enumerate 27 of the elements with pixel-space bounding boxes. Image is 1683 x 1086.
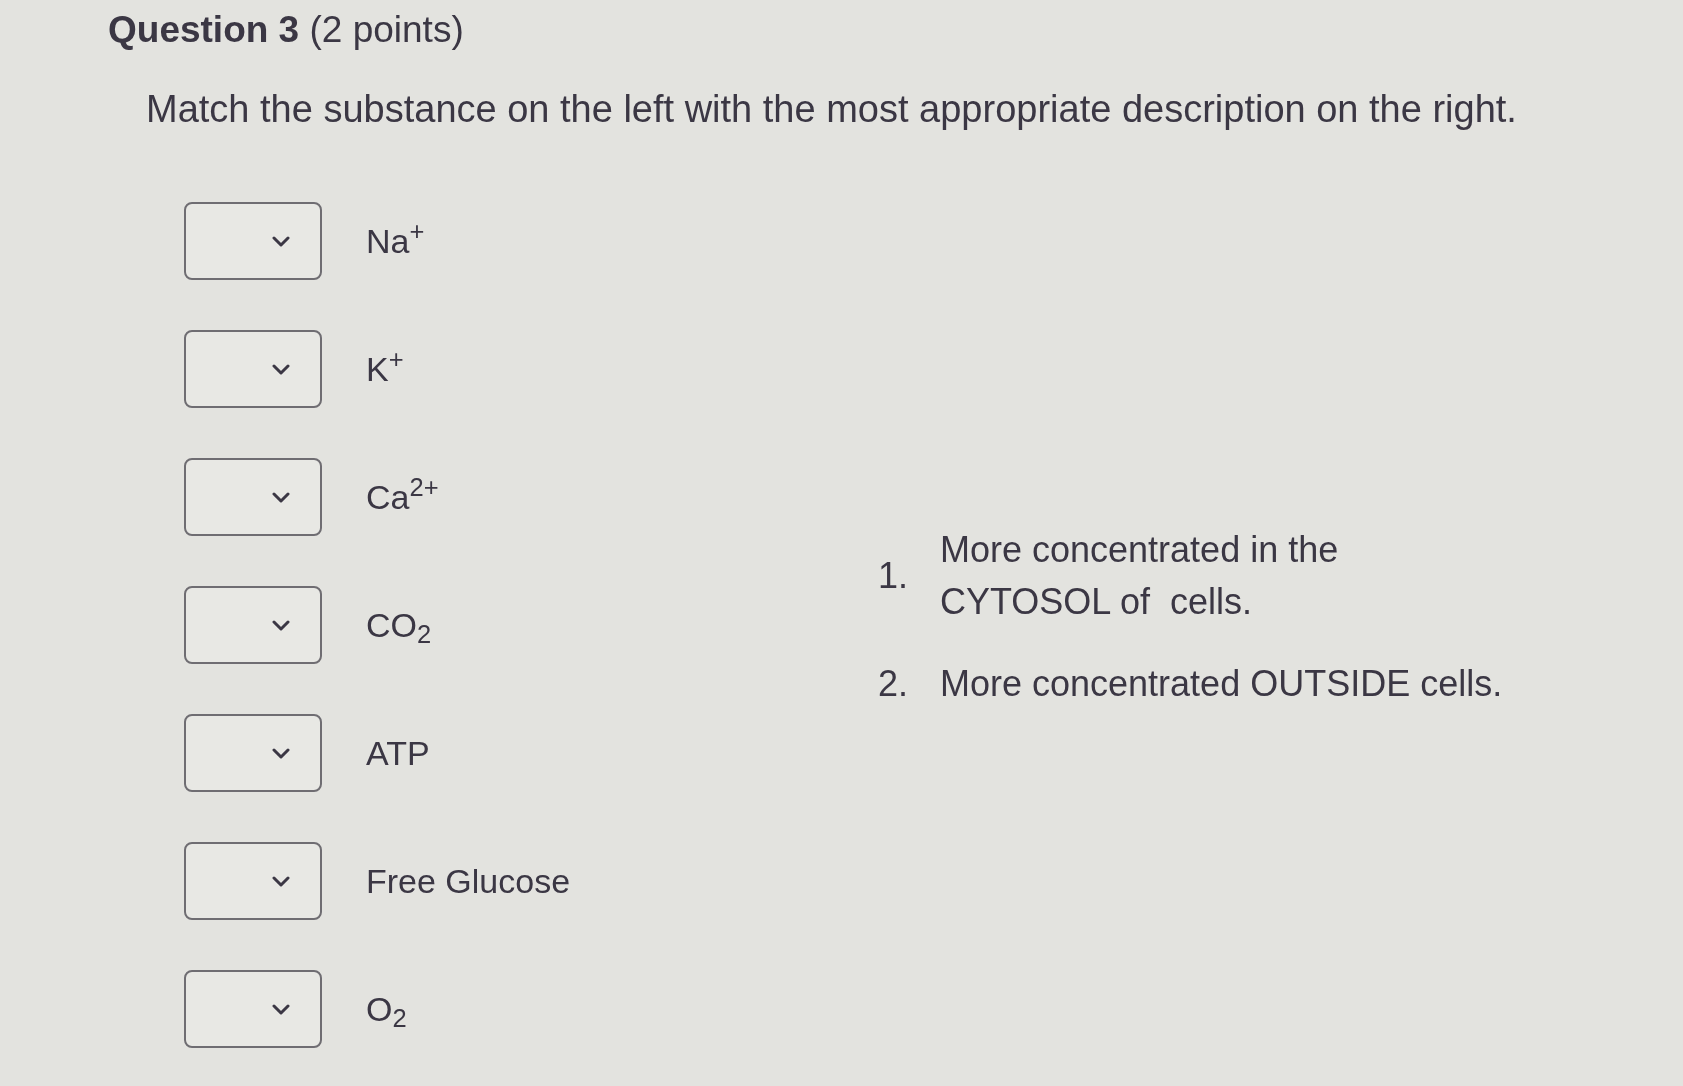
select-dropdown[interactable]: [184, 202, 322, 280]
select-dropdown[interactable]: [184, 586, 322, 664]
substance-label: K$^{+}$: [366, 349, 404, 389]
chevron-down-icon: [272, 491, 290, 503]
chevron-down-icon: [272, 619, 290, 631]
list-number: 1.: [878, 554, 910, 598]
question-title: Question 3 (2 points): [108, 8, 464, 52]
question-prompt: Match the substance on the left with the most appropriate description on the right.: [146, 87, 1517, 132]
substance-label: Free Glucose: [366, 861, 571, 901]
chevron-down-icon: [272, 1003, 290, 1015]
substance-label: Ca$^{2+}$: [366, 477, 439, 517]
chevron-down-icon: [272, 875, 290, 887]
substance-label: O$_{2}$: [366, 989, 407, 1029]
select-dropdown[interactable]: [184, 842, 322, 920]
substance-label: Na$^{+}$: [366, 221, 425, 261]
chevron-down-icon: [272, 747, 290, 759]
description-text: More concentrated in the CYTOSOL of cells.: [940, 528, 1339, 624]
chevron-down-icon: [272, 235, 290, 247]
select-dropdown[interactable]: [184, 714, 322, 792]
description-text: More concentrated OUTSIDE cells.: [940, 662, 1503, 706]
chevron-down-icon: [272, 363, 290, 375]
substance-label: CO$_{2}$: [366, 605, 432, 645]
list-number: 2.: [878, 662, 910, 706]
substance-label: ATP: [366, 733, 430, 773]
select-dropdown[interactable]: [184, 330, 322, 408]
select-dropdown[interactable]: [184, 970, 322, 1048]
select-dropdown[interactable]: [184, 458, 322, 536]
